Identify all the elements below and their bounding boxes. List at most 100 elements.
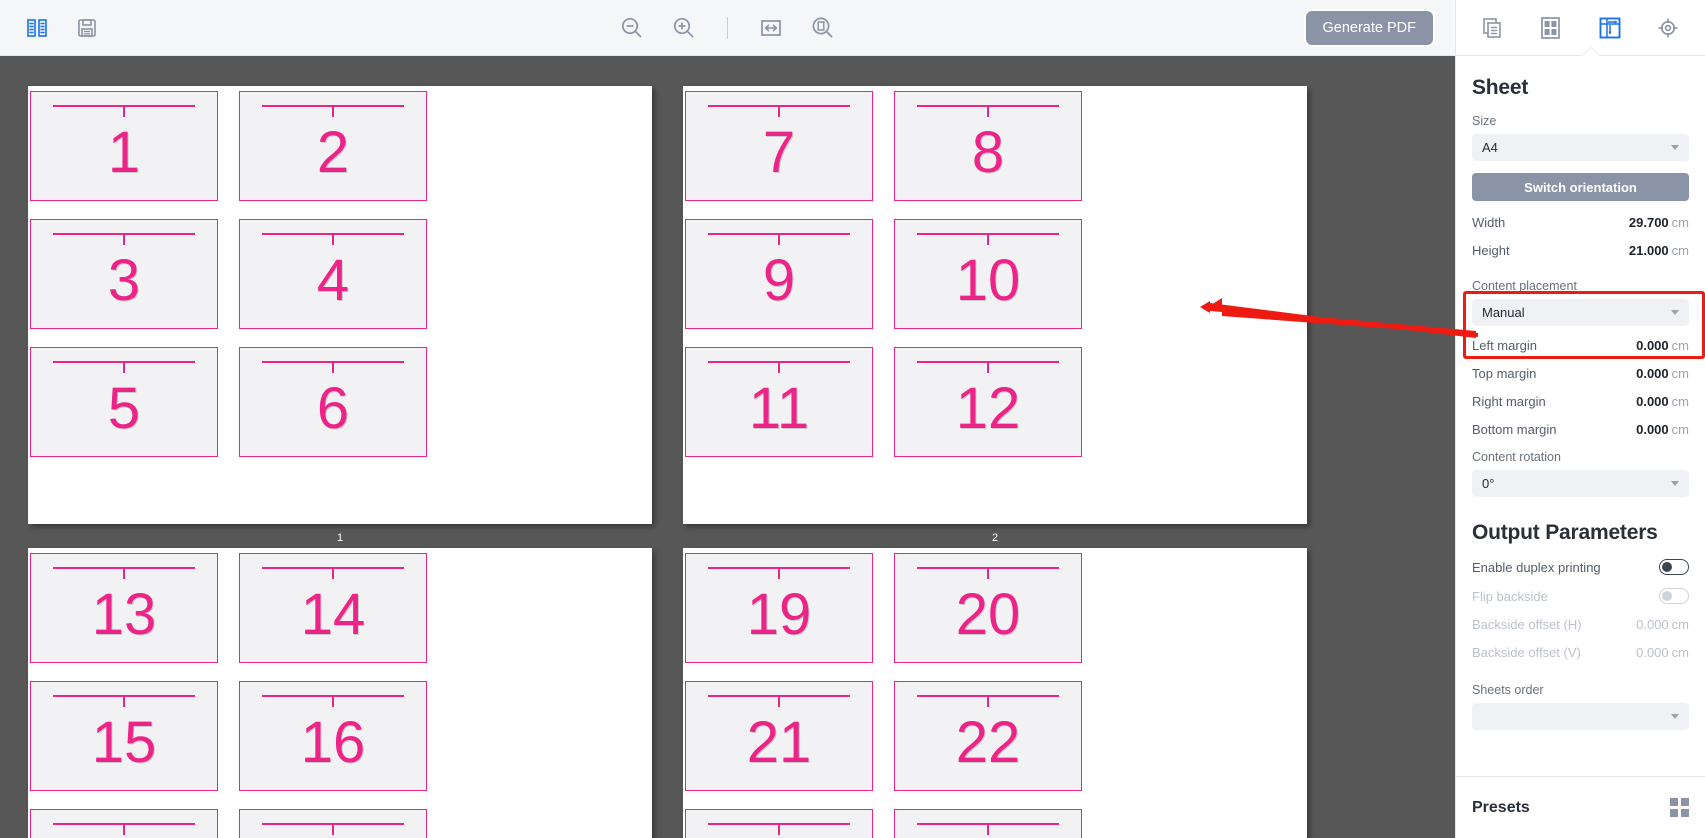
fit-page-icon[interactable] <box>808 13 838 43</box>
page-number: 12 <box>955 376 1021 442</box>
page-thumbnail[interactable]: 18 <box>239 809 427 838</box>
page-number: 11 <box>748 376 810 442</box>
page-center-tick <box>332 696 334 707</box>
page-center-tick <box>987 106 989 117</box>
toolbar-zoom-group <box>0 0 1455 56</box>
page-thumbnail[interactable]: 20 <box>894 553 1082 663</box>
generate-pdf-button[interactable]: Generate PDF <box>1305 10 1433 45</box>
page-thumbnail[interactable]: 14 <box>239 553 427 663</box>
compare-view-icon[interactable] <box>22 13 52 43</box>
toolbar-right-group: Generate PDF <box>1305 10 1456 45</box>
left-margin-value: 0.000 <box>1636 338 1669 353</box>
page-center-tick <box>987 362 989 373</box>
page-number: 7 <box>762 120 796 186</box>
tab-marks[interactable] <box>1650 10 1686 46</box>
page-center-tick <box>987 696 989 707</box>
top-margin-row: Top margin 0.000 cm <box>1472 366 1689 381</box>
tab-sheet[interactable] <box>1592 10 1628 46</box>
page-thumbnail[interactable]: 17 <box>30 809 218 838</box>
page-thumbnail[interactable]: 10 <box>894 219 1082 329</box>
page-thumbnail[interactable]: 2 <box>239 91 427 201</box>
flip-backside-toggle[interactable] <box>1659 588 1689 604</box>
page-thumbnail[interactable]: 13 <box>30 553 218 663</box>
page-number: 9 <box>762 248 796 314</box>
backside-offset-v-unit: cm <box>1671 645 1689 660</box>
page-center-tick <box>987 568 989 579</box>
page-number: 5 <box>107 376 141 442</box>
page-thumbnail[interactable]: 12 <box>894 347 1082 457</box>
page-thumbnail[interactable]: 15 <box>30 681 218 791</box>
backside-offset-h-value-wrap: 0.000 cm <box>1636 617 1689 632</box>
sheet[interactable]: 1 2 3 4 5 6 <box>28 86 652 524</box>
bottom-margin-value-wrap: 0.000 cm <box>1636 422 1689 437</box>
content-rotation-select[interactable]: 0° <box>1472 470 1689 497</box>
sheet-container[interactable]: 7 8 9 10 11 12 2 <box>683 86 1307 544</box>
tab-pages[interactable] <box>1475 10 1511 46</box>
right-margin-row: Right margin 0.000 cm <box>1472 394 1689 409</box>
output-parameters-heading: Output Parameters <box>1472 521 1658 544</box>
save-icon[interactable] <box>72 13 102 43</box>
panel-scroll-body[interactable]: Sheet Size A4 Switch orientation Width 2… <box>1456 56 1705 746</box>
switch-orientation-button[interactable]: Switch orientation <box>1472 173 1689 201</box>
page-center-tick <box>123 568 125 579</box>
top-toolbar: Generate PDF <box>0 0 1455 56</box>
page-number: 14 <box>300 582 366 648</box>
toolbar-left-group <box>0 13 102 43</box>
page-thumbnail[interactable]: 6 <box>239 347 427 457</box>
backside-offset-v-label: Backside offset (V) <box>1472 645 1581 660</box>
grid-squares-icon[interactable] <box>1670 798 1689 817</box>
top-margin-value: 0.000 <box>1636 366 1669 381</box>
sheet-container[interactable]: 1920212223244 <box>683 548 1307 838</box>
fit-width-icon[interactable] <box>756 13 786 43</box>
page-thumbnail[interactable]: 21 <box>685 681 873 791</box>
duplex-toggle[interactable] <box>1659 559 1689 575</box>
page-thumbnail[interactable]: 11 <box>685 347 873 457</box>
sheets-canvas[interactable]: 1234561789101112213141516171831920212223… <box>0 56 1455 838</box>
content-rotation-value: 0° <box>1482 476 1495 491</box>
page-number: 19 <box>746 582 812 648</box>
width-value: 29.700 <box>1628 215 1669 230</box>
selected-tab-caret <box>1581 48 1600 56</box>
duplex-row: Enable duplex printing <box>1472 559 1689 575</box>
page-thumbnail[interactable]: 4 <box>239 219 427 329</box>
top-margin-label: Top margin <box>1472 366 1537 381</box>
page-number: 6 <box>316 376 350 442</box>
page-center-tick <box>332 234 334 245</box>
page-thumbnail[interactable]: 23 <box>685 809 873 838</box>
panel-tab-bar <box>1456 0 1705 56</box>
zoom-out-icon[interactable] <box>617 13 647 43</box>
page-number: 10 <box>955 248 1021 314</box>
size-select[interactable]: A4 <box>1472 134 1689 161</box>
page-thumbnail[interactable]: 22 <box>894 681 1082 791</box>
sheet[interactable]: 13 14 15 16 17 18 <box>28 548 652 838</box>
sheet[interactable]: 19 20 21 22 23 24 <box>683 548 1307 838</box>
page-thumbnail[interactable]: 8 <box>894 91 1082 201</box>
chevron-down-icon <box>1671 714 1679 719</box>
page-thumbnail[interactable]: 1 <box>30 91 218 201</box>
page-thumbnail[interactable]: 3 <box>30 219 218 329</box>
height-row: Height 21.000 cm <box>1472 243 1689 258</box>
backside-offset-h-unit: cm <box>1671 617 1689 632</box>
page-center-tick <box>123 234 125 245</box>
page-thumbnail[interactable]: 7 <box>685 91 873 201</box>
size-label: Size <box>1472 114 1497 128</box>
page-number: 1 <box>107 120 141 186</box>
sheet-container[interactable]: 1314151617183 <box>28 548 652 838</box>
content-placement-select[interactable]: Manual <box>1472 299 1689 326</box>
sheet[interactable]: 7 8 9 10 11 12 <box>683 86 1307 524</box>
bottom-margin-value: 0.000 <box>1636 422 1669 437</box>
zoom-in-icon[interactable] <box>669 13 699 43</box>
sheet-container[interactable]: 1 2 3 4 5 6 1 <box>28 86 652 544</box>
tab-layout[interactable] <box>1533 10 1569 46</box>
page-thumbnail[interactable]: 19 <box>685 553 873 663</box>
page-thumbnail[interactable]: 16 <box>239 681 427 791</box>
page-thumbnail[interactable]: 9 <box>685 219 873 329</box>
toggle-knob <box>1661 561 1672 572</box>
chevron-down-icon <box>1671 310 1679 315</box>
page-thumbnail[interactable]: 5 <box>30 347 218 457</box>
page-thumbnail[interactable]: 24 <box>894 809 1082 838</box>
right-margin-value-wrap: 0.000 cm <box>1636 394 1689 409</box>
toggle-knob <box>1661 590 1672 601</box>
sheets-order-select[interactable] <box>1472 703 1689 730</box>
app-root: Generate PDF 123456178910111221314151617… <box>0 0 1705 838</box>
